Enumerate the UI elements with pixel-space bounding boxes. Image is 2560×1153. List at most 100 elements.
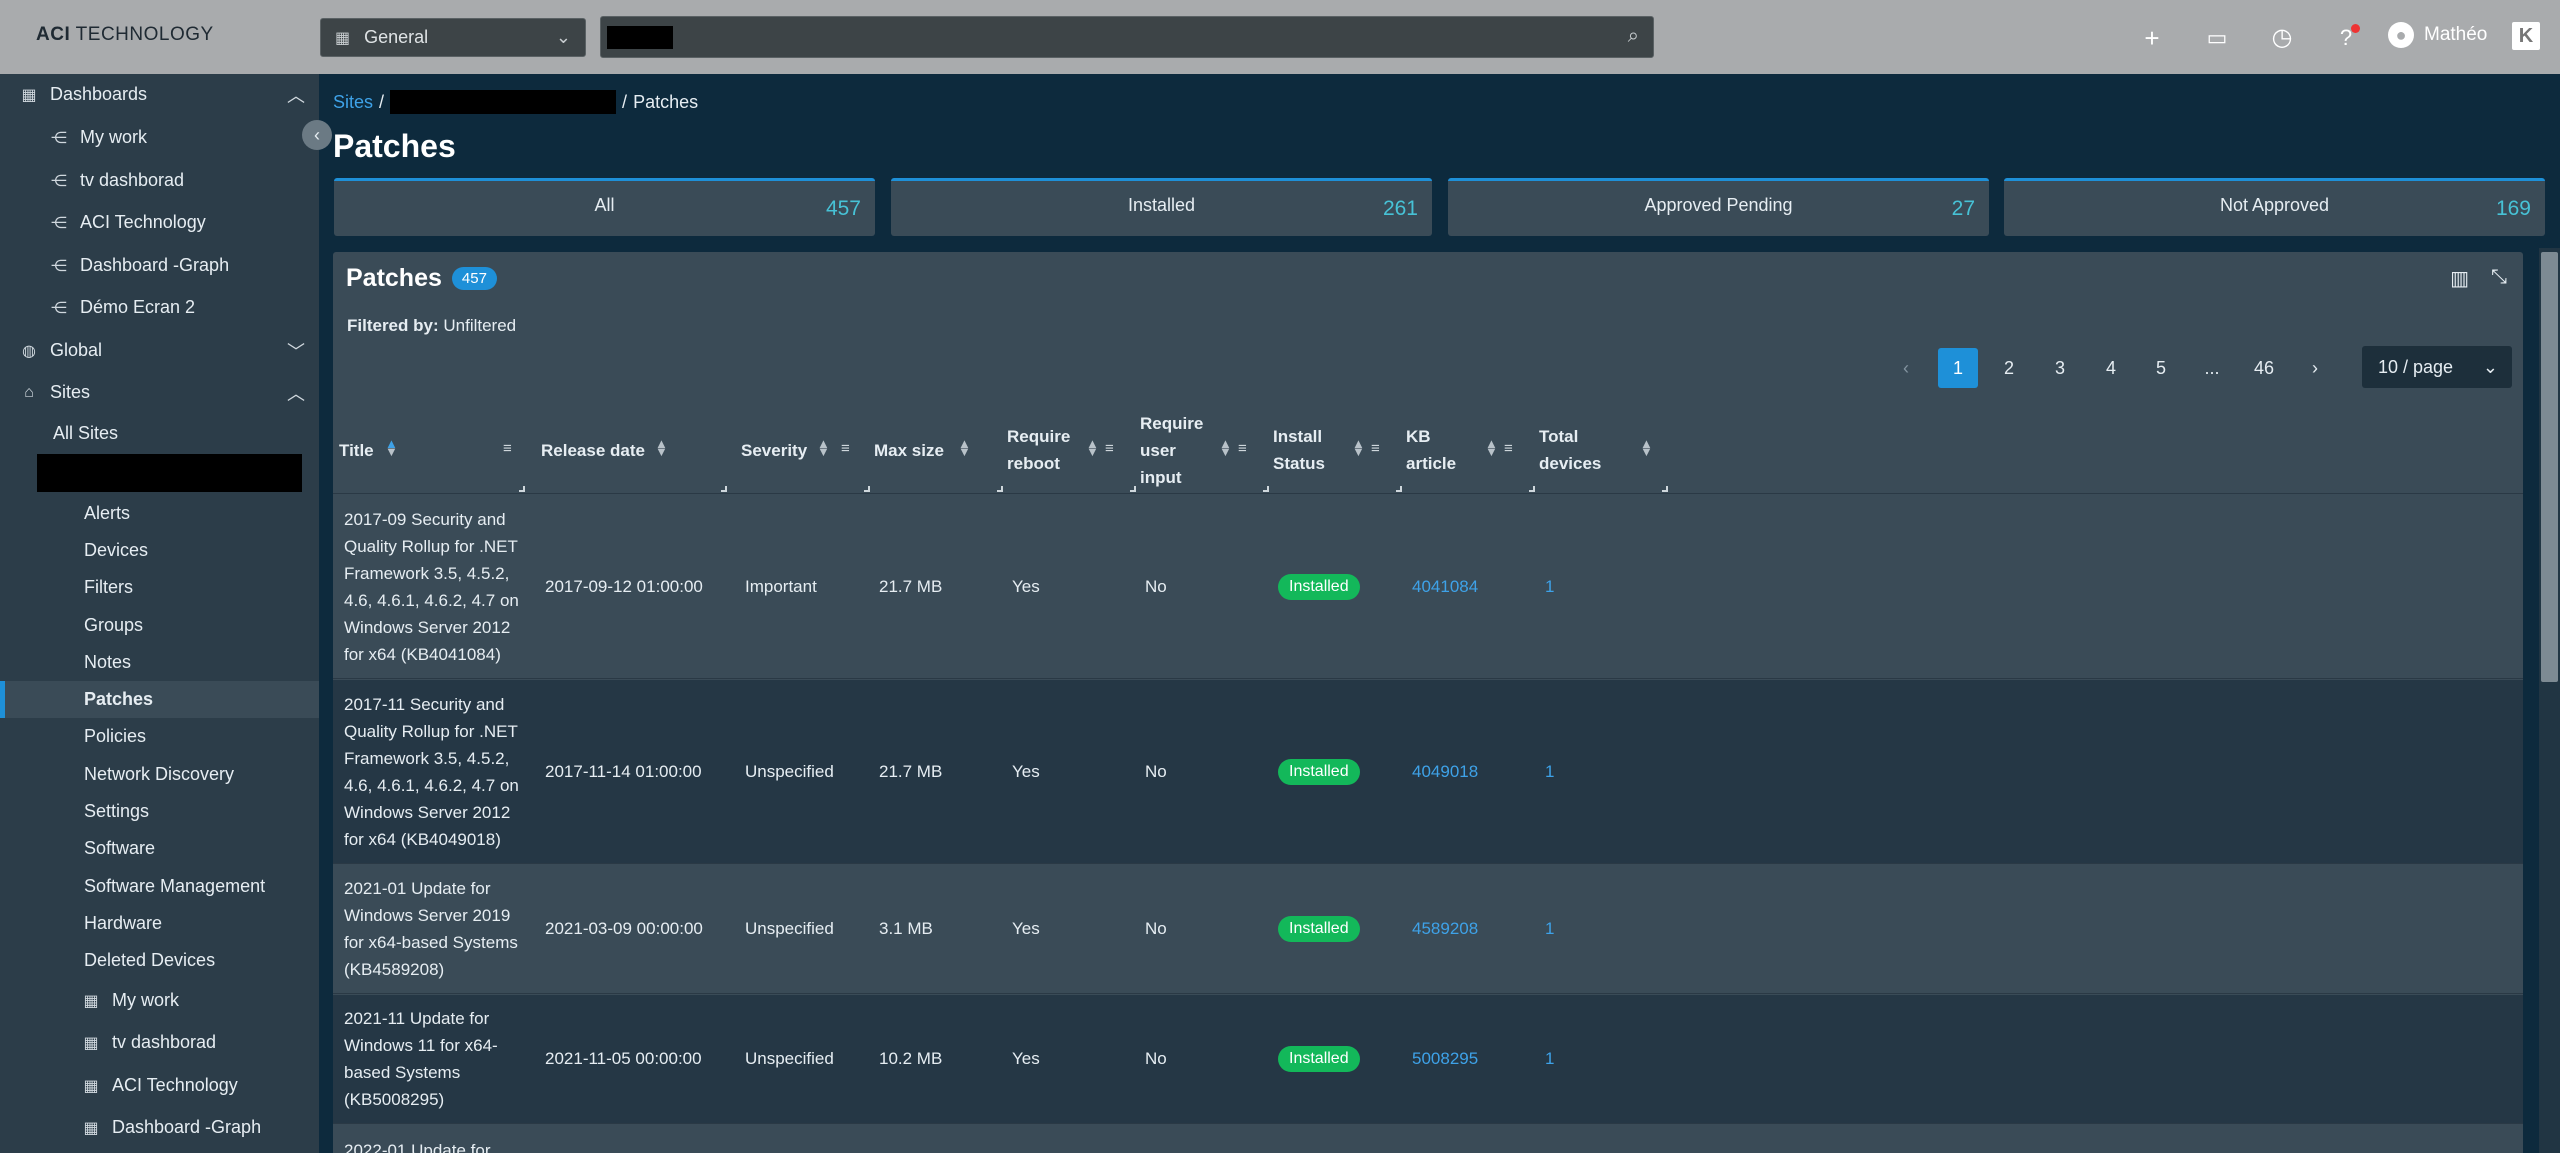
page-4-button[interactable]: 4 [2091,348,2131,388]
table-row[interactable]: 2021-11 Update for Windows 11 for x64- bas… [333,995,2523,1124]
sidebar-dash-aci-technology[interactable]: ⋲ ACI Technology [0,204,319,241]
help-icon[interactable]: ? [2328,20,2364,56]
sidebar-dash-demo-ecran-2[interactable]: ⋲ Démo Ecran 2 [0,289,319,326]
sort-icon[interactable]: ▲ ▼ [817,437,830,458]
resize-handle[interactable] [1263,486,1269,492]
sidebar-item-filters[interactable]: Filters [0,569,319,606]
total-devices-link[interactable]: 1 [1545,680,1554,863]
sidebar-global[interactable]: ◍ Global ﹀ [0,332,319,369]
sidebar-item-policies[interactable]: Policies [0,718,319,755]
app-logo[interactable]: ACI TECHNOLOGY [36,24,214,46]
search-input[interactable]: ⌕ [600,16,1654,58]
resize-handle[interactable] [1130,486,1136,492]
column-header-kb-article[interactable]: KB article ▲ ▼ ≡ [1406,406,1539,494]
column-header-require-user-input[interactable]: Require user input ▲ ▼ ≡ [1140,406,1273,494]
table-row[interactable]: 2017-11 Security and Quality Rollup for .… [333,680,2523,864]
resize-handle[interactable] [864,486,870,492]
table-row[interactable]: 2017-09 Security and Quality Rollup for .… [333,495,2523,679]
sidebar-item-settings[interactable]: Settings [0,793,319,830]
sidebar-item-alerts[interactable]: Alerts [0,495,319,532]
sidebar-dash-tv-dashborad[interactable]: ⋲ tv dashborad [0,162,319,199]
column-header-require-reboot[interactable]: Require reboot ▲ ▼ ≡ [1007,406,1140,494]
sidebar-item-software-management[interactable]: Software Management [0,868,319,905]
stat-card-installed[interactable]: Installed 261 [891,178,1432,236]
kb-article-link[interactable]: 4589208 [1412,865,1478,993]
collapse-icon[interactable]: ⤡ [2491,266,2507,291]
next-page-button[interactable]: › [2295,348,2335,388]
search-icon[interactable]: ⌕ [1628,25,1639,48]
sidebar-item-patches[interactable]: Patches [0,681,319,718]
k-app-icon[interactable]: K [2512,22,2540,50]
sidebar-subdash-graph[interactable]: ▦ Dashboard -Graph [0,1109,319,1146]
vertical-scrollbar[interactable] [2539,248,2560,1153]
resize-handle[interactable] [1662,486,1668,492]
column-header-title[interactable]: Title ▲ ▼ ≡ [339,406,529,494]
resize-handle[interactable] [1529,486,1535,492]
sort-icon[interactable]: ▲ ▼ [1086,437,1099,458]
stat-card-approved-pending[interactable]: Approved Pending 27 [1448,178,1989,236]
workspace-select[interactable]: ▦ General ⌄ [320,18,586,57]
sidebar-subdash-tv-dashborad[interactable]: ▦ tv dashborad [0,1024,319,1061]
sort-icon[interactable]: ▲ ▼ [1352,437,1365,458]
sidebar-sites[interactable]: ⌂ Sites ︿ [0,374,319,411]
filter-icon[interactable]: ≡ [1238,440,1247,457]
sort-icon[interactable]: ▲ ▼ [385,437,398,458]
kb-article-link[interactable]: 4049018 [1412,680,1478,863]
resize-handle[interactable] [721,486,727,492]
page-46-button[interactable]: 46 [2244,348,2284,388]
add-icon[interactable]: + [2134,20,2170,56]
kb-article-link[interactable]: 5008295 [1412,995,1478,1123]
prev-page-button[interactable]: ‹ [1886,348,1926,388]
scrollbar-thumb[interactable] [2541,252,2558,682]
resize-handle[interactable] [1396,486,1402,492]
redacted-site-name[interactable] [37,454,302,492]
sort-icon[interactable]: ▲ ▼ [1219,437,1232,458]
sidebar-subdash-my-work[interactable]: ▦ My work [0,982,319,1019]
column-header-release-date[interactable]: Release date ▲ ▼ [541,406,731,494]
sidebar-item-deleted-devices[interactable]: Deleted Devices [0,942,319,979]
sidebar-dashboards[interactable]: ▦ Dashboards ︿ [0,76,319,113]
sort-icon[interactable]: ▲ ▼ [1640,437,1653,458]
stat-card-all[interactable]: All 457 [334,178,875,236]
total-devices-link[interactable]: 1 [1545,995,1554,1123]
sidebar-dash-graph[interactable]: ⋲ Dashboard -Graph [0,247,319,284]
sidebar-item-software[interactable]: Software [0,830,319,867]
filter-icon[interactable]: ≡ [1504,440,1513,457]
filter-icon[interactable]: ≡ [1105,440,1114,457]
sidebar-all-sites[interactable]: All Sites [0,415,319,452]
sort-icon[interactable]: ▲ ▼ [958,437,971,458]
sidebar-item-devices[interactable]: Devices [0,532,319,569]
resize-handle[interactable] [997,486,1003,492]
collapse-sidebar-button[interactable]: ‹ [302,120,332,150]
page-ellipsis[interactable]: ... [2192,348,2232,388]
table-row[interactable]: 2021-01 Update for Windows Server 2019 for… [333,865,2523,994]
column-header-severity[interactable]: Severity ▲ ▼ ≡ [741,406,874,494]
filter-icon[interactable]: ≡ [503,440,512,457]
stat-card-not-approved[interactable]: Not Approved 169 [2004,178,2545,236]
page-1-button[interactable]: 1 [1938,348,1978,388]
sidebar-item-hardware[interactable]: Hardware [0,905,319,942]
page-3-button[interactable]: 3 [2040,348,2080,388]
user-menu[interactable]: ● Mathéo [2388,22,2487,48]
kb-article-link[interactable]: 4041084 [1412,495,1478,678]
sidebar-item-notes[interactable]: Notes [0,644,319,681]
redacted-breadcrumb-site[interactable] [390,90,617,114]
filter-icon[interactable]: ≡ [1371,440,1380,457]
sort-icon[interactable]: ▲ ▼ [1485,437,1498,458]
filter-icon[interactable]: ≡ [841,440,850,457]
column-header-install-status[interactable]: Install Status ▲ ▼ ≡ [1273,406,1406,494]
sidebar-item-groups[interactable]: Groups [0,607,319,644]
resize-handle[interactable] [519,486,525,492]
page-size-select[interactable]: 10 / page ⌄ [2362,346,2512,388]
history-clock-icon[interactable]: ◷ [2264,20,2300,56]
column-header-total-devices[interactable]: Total devices ▲ ▼ [1539,406,1672,494]
sort-icon[interactable]: ▲ ▼ [655,437,668,458]
sidebar-subdash-aci-technology[interactable]: ▦ ACI Technology [0,1067,319,1104]
total-devices-link[interactable]: 1 [1545,495,1554,678]
sidebar-dash-my-work[interactable]: ⋲ My work [0,119,319,156]
sidebar-item-network-discovery[interactable]: Network Discovery [0,756,319,793]
page-2-button[interactable]: 2 [1989,348,2029,388]
table-row[interactable]: 2022-01 Update for [333,1125,2523,1153]
total-devices-link[interactable]: 1 [1545,865,1554,993]
page-5-button[interactable]: 5 [2141,348,2181,388]
